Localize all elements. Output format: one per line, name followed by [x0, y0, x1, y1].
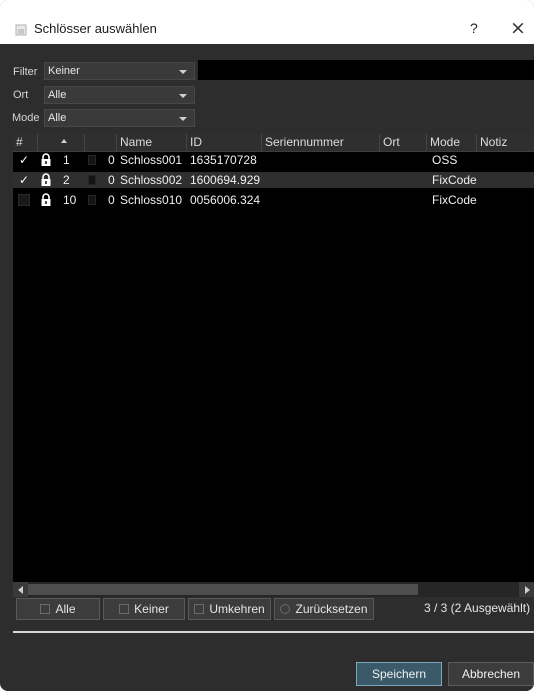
column-header-lock[interactable] [38, 134, 85, 151]
dialog-window: Schlösser auswählen ? × Filter Keiner Or… [0, 0, 534, 691]
invert-label: Umkehren [209, 602, 265, 616]
ort-label: Ort [13, 89, 29, 101]
sort-ascending-icon [61, 139, 67, 143]
horizontal-scrollbar[interactable] [13, 582, 534, 597]
filter-label: Filter [13, 66, 38, 78]
mode-combobox[interactable]: Alle [44, 109, 195, 127]
row-mode: OSS [432, 153, 458, 167]
select-none-label: Keiner [134, 602, 169, 616]
column-header-count[interactable] [85, 134, 117, 151]
row-mode: FixCode [432, 173, 477, 187]
row-id: 1635170728 [190, 153, 257, 167]
row-id: 1600694.929 [190, 173, 261, 187]
filter-text-input[interactable] [198, 60, 534, 80]
row-status-box [88, 175, 96, 185]
cancel-button[interactable]: Abbrechen [448, 662, 534, 686]
locks-table: # Name ID Seriennummer Ort Mode Notiz ✓ … [13, 134, 534, 582]
row-number: 10 [63, 193, 77, 207]
arrow-left-icon [18, 586, 23, 594]
row-checkbox[interactable]: ✓ [18, 154, 30, 166]
row-count: 0 [108, 173, 115, 187]
save-button[interactable]: Speichern [356, 662, 442, 686]
reset-label: Zurücksetzen [295, 602, 368, 616]
scroll-right-button[interactable] [519, 582, 534, 597]
row-checkbox[interactable] [18, 194, 30, 206]
row-number: 1 [63, 153, 70, 167]
separator-line [13, 631, 534, 633]
mode-label: Mode [12, 112, 40, 124]
app-icon [15, 24, 27, 36]
checkbox-checked-icon [40, 604, 51, 614]
chevron-down-icon [179, 70, 187, 74]
checkbox-empty-icon [119, 604, 130, 614]
column-header-mode[interactable]: Mode [427, 134, 477, 151]
lock-icon [41, 173, 51, 186]
row-checkbox[interactable]: ✓ [18, 174, 30, 186]
table-row[interactable]: 10 0 Schloss010 0056006.324 FixCode [13, 192, 534, 208]
selection-status: 3 / 3 (2 Ausgewählt) [424, 601, 531, 615]
reset-button[interactable]: Zurücksetzen [274, 598, 374, 620]
column-header-ort[interactable]: Ort [380, 134, 427, 151]
row-mode: FixCode [432, 193, 477, 207]
column-header-notiz[interactable]: Notiz [477, 134, 534, 151]
row-count: 0 [108, 153, 115, 167]
filter-combobox-value: Keiner [48, 65, 80, 77]
close-button[interactable]: × [510, 17, 526, 39]
row-name: Schloss001 [120, 153, 183, 167]
row-name: Schloss010 [120, 193, 183, 207]
arrow-right-icon [525, 586, 530, 594]
lock-icon [41, 193, 51, 206]
scroll-left-button[interactable] [13, 582, 28, 597]
title-bar: Schlösser auswählen ? × [0, 0, 534, 44]
window-title: Schlösser auswählen [34, 21, 157, 36]
lock-icon [41, 153, 51, 166]
filter-combobox[interactable]: Keiner [44, 62, 195, 80]
ort-combobox-value: Alle [48, 89, 67, 101]
row-count: 0 [108, 193, 115, 207]
reset-icon [280, 604, 291, 614]
row-id: 0056006.324 [190, 193, 261, 207]
row-name: Schloss002 [120, 173, 183, 187]
chevron-down-icon [179, 117, 187, 121]
column-header-hash[interactable]: # [13, 134, 38, 151]
chevron-down-icon [179, 94, 187, 98]
select-none-button[interactable]: Keiner [103, 598, 185, 620]
row-number: 2 [63, 173, 70, 187]
invert-icon [194, 604, 205, 614]
row-status-box [88, 195, 96, 205]
table-row[interactable]: ✓ 2 0 Schloss002 1600694.929 FixCode [13, 172, 534, 188]
column-header-name[interactable]: Name [117, 134, 187, 151]
table-header: # Name ID Seriennummer Ort Mode Notiz [13, 134, 534, 152]
ort-combobox[interactable]: Alle [44, 86, 195, 104]
invert-selection-button[interactable]: Umkehren [188, 598, 271, 620]
help-button[interactable]: ? [470, 20, 478, 36]
mode-combobox-value: Alle [48, 112, 67, 124]
row-status-box [88, 155, 96, 165]
column-header-id[interactable]: ID [187, 134, 262, 151]
scrollbar-thumb[interactable] [28, 584, 418, 595]
select-all-label: Alle [55, 602, 76, 616]
select-all-button[interactable]: Alle [16, 598, 100, 620]
column-header-seriennummer[interactable]: Seriennummer [262, 134, 380, 151]
